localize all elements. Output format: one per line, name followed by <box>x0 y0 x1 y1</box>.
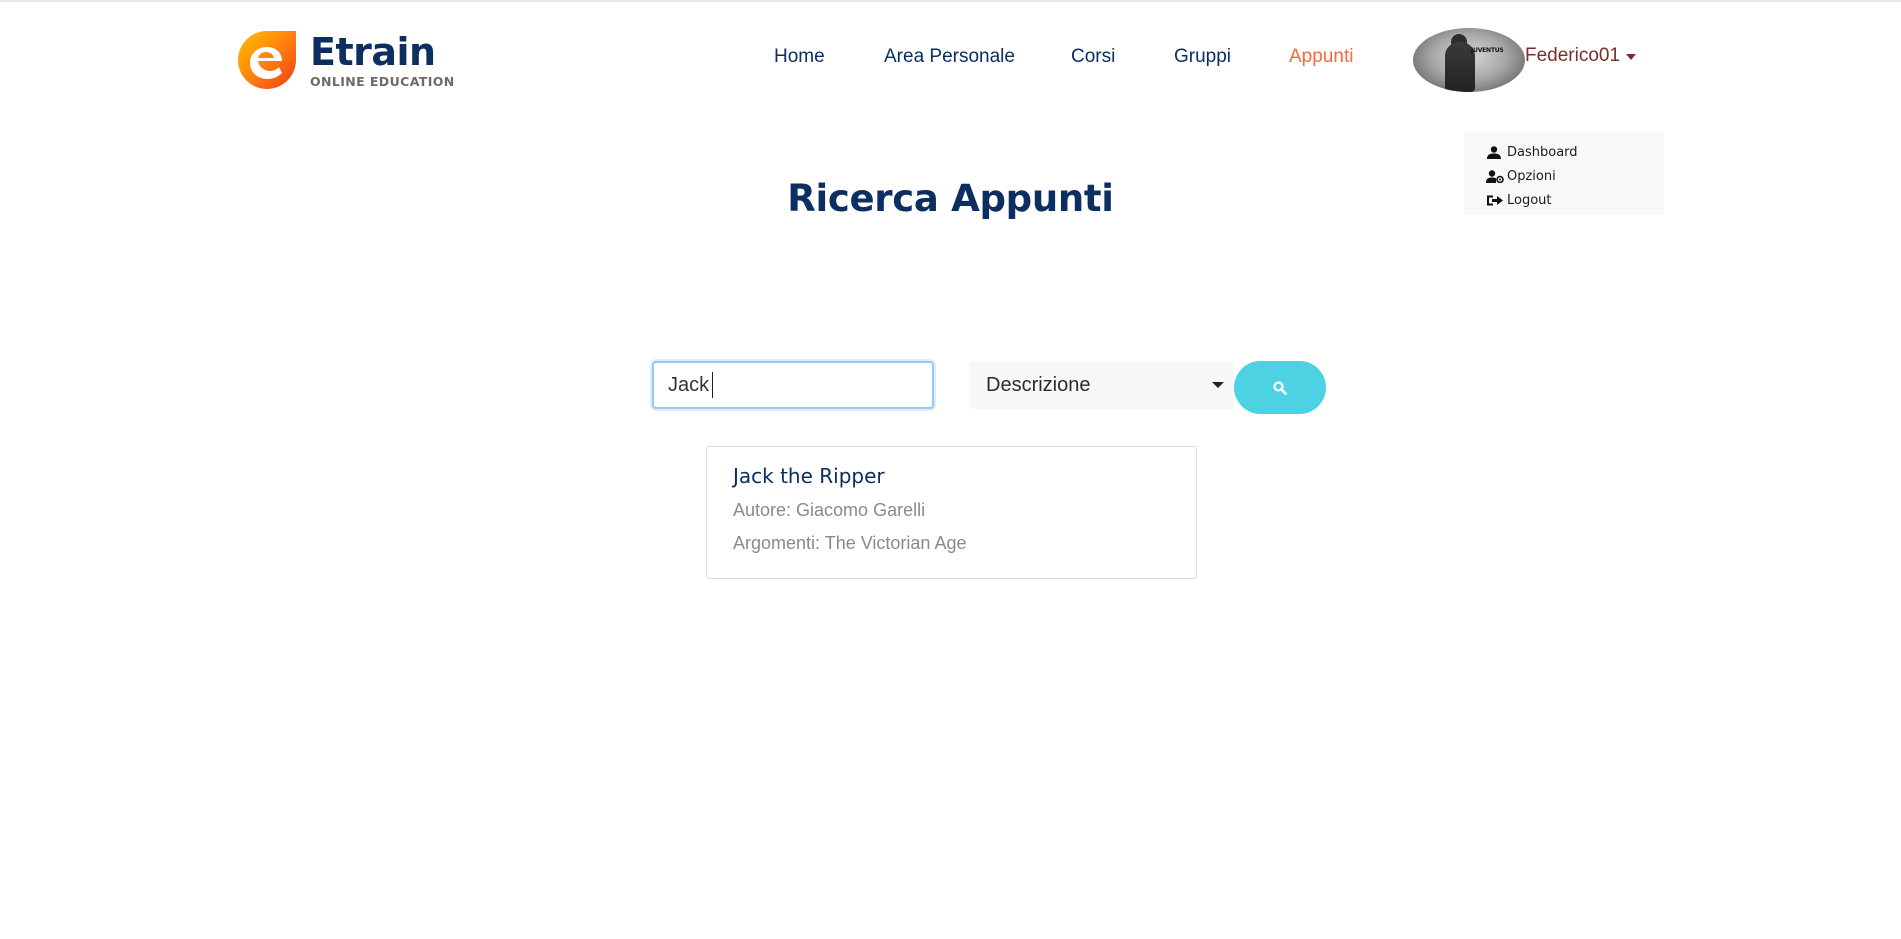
text-cursor <box>712 372 713 398</box>
etrain-logo-icon <box>238 31 297 89</box>
username: Federico01 <box>1525 45 1621 66</box>
nav-appunti[interactable]: Appunti <box>1289 46 1353 68</box>
result-author: Autore: Giacomo Garelli <box>733 500 926 520</box>
user-dropdown-toggle[interactable]: Federico01 <box>1525 45 1637 67</box>
page-title: Ricerca Appunti <box>787 177 1114 220</box>
chevron-down-icon <box>1212 382 1224 388</box>
avatar[interactable]: JUVENTUS <box>1413 28 1525 92</box>
nav-home[interactable]: Home <box>774 46 825 68</box>
search-icon <box>1273 380 1287 395</box>
avatar-badge-text: JUVENTUS <box>1471 47 1504 54</box>
result-topics: Argomenti: The Victorian Age <box>733 533 967 553</box>
search-filter-value: Descrizione <box>986 373 1091 396</box>
result-card[interactable]: Jack the Ripper Autore: Giacomo Garelli … <box>706 446 1197 579</box>
result-title[interactable]: Jack the Ripper <box>733 463 1196 489</box>
caret-down-icon <box>1626 54 1637 60</box>
menu-item-label: Dashboard <box>1507 144 1578 160</box>
nav-area-personale[interactable]: Area Personale <box>884 46 1015 68</box>
user-icon <box>1487 145 1501 159</box>
search-button[interactable] <box>1234 361 1326 414</box>
brand-name: Etrain <box>310 29 436 74</box>
search-filter-select[interactable]: Descrizione <box>970 361 1234 409</box>
site-logo[interactable]: Etrain ONLINE EDUCATION <box>236 29 455 91</box>
search-input[interactable] <box>652 361 934 409</box>
brand-tagline: ONLINE EDUCATION <box>310 73 455 89</box>
nav-gruppi[interactable]: Gruppi <box>1174 46 1231 68</box>
menu-item-dashboard[interactable]: Dashboard <box>1464 140 1664 164</box>
nav-corsi[interactable]: Corsi <box>1071 46 1115 68</box>
